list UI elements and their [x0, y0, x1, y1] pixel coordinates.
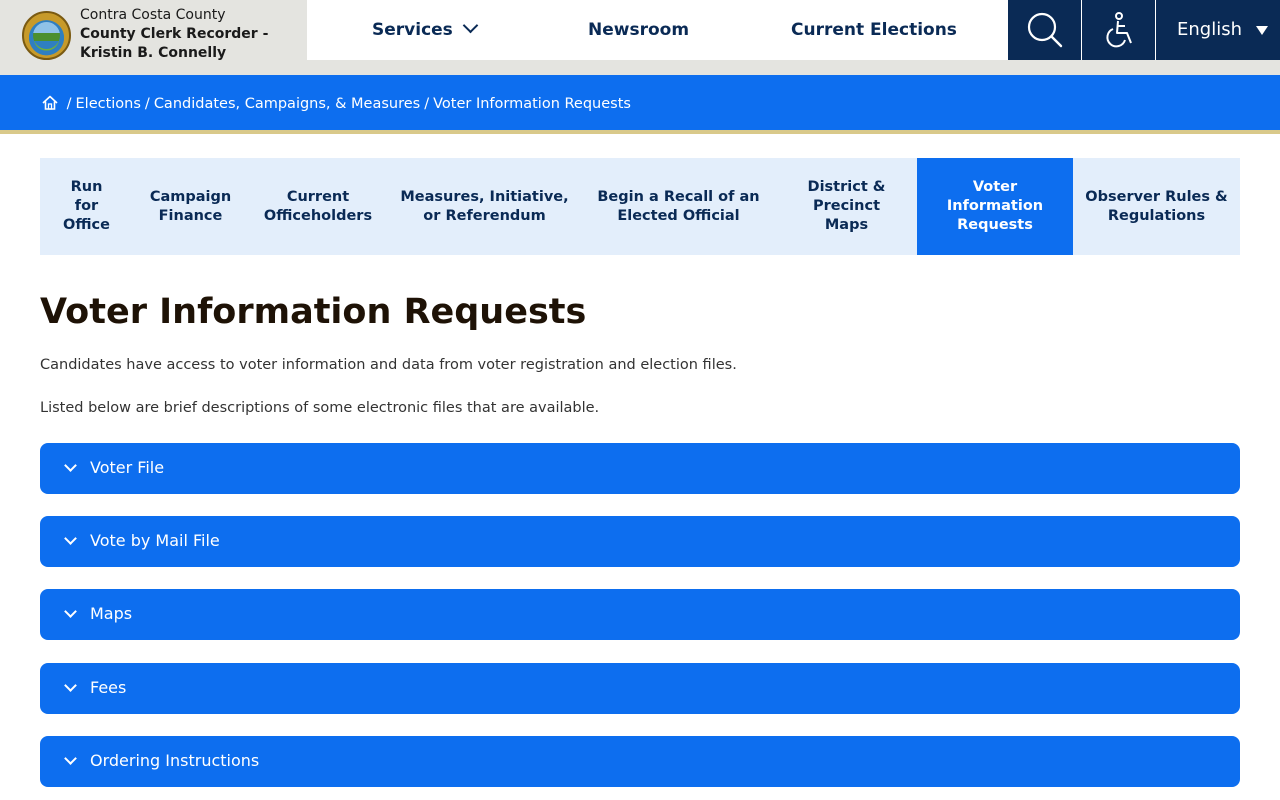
page-title: Voter Information Requests [40, 292, 587, 332]
breadcrumb-current: Voter Information Requests [433, 96, 631, 112]
accordion-fees[interactable]: Fees [40, 663, 1240, 714]
chevron-down-icon [64, 752, 77, 765]
county-seal-logo [22, 11, 71, 60]
breadcrumb-bar: / Elections / Candidates, Campaigns, & Meas… [0, 75, 1280, 134]
accordion-vote-by-mail-file[interactable]: Vote by Mail File [40, 516, 1240, 567]
accessibility-icon [1106, 12, 1132, 48]
breadcrumb-candidates[interactable]: Candidates, Campaigns, & Measures [154, 96, 420, 112]
brand-county: Contra Costa County [80, 7, 226, 23]
tab-label: Observer Rules & Regulations [1085, 188, 1228, 224]
tab-label: Campaign Finance [149, 188, 232, 224]
nav-services[interactable]: Services [372, 0, 479, 60]
chevron-down-icon [64, 532, 77, 545]
site-header: Contra Costa County County Clerk Recorde… [0, 0, 1280, 75]
nav-newsroom[interactable]: Newsroom [588, 0, 689, 60]
tab-run-for-office[interactable]: Run for Office [40, 158, 133, 255]
tab-campaign-finance[interactable]: Campaign Finance [133, 158, 248, 255]
brand-office: County Clerk Recorder - [80, 26, 269, 42]
chevron-down-icon [64, 679, 77, 692]
language-select-value: English [1177, 19, 1242, 40]
header-band [307, 60, 1280, 75]
tab-label: Begin a Recall of an Elected Official [597, 188, 760, 224]
accordion-label: Ordering Instructions [90, 751, 260, 770]
chevron-down-icon [462, 17, 479, 34]
brand-title: Contra Costa County County Clerk Recorde… [80, 6, 268, 63]
breadcrumb: / Elections / Candidates, Campaigns, & Meas… [42, 95, 631, 114]
tab-label: Voter Information Requests [946, 179, 1044, 233]
tab-recall[interactable]: Begin a Recall of an Elected Official [581, 158, 776, 255]
nav-services-label: Services [372, 20, 453, 40]
nav-current-elections[interactable]: Current Elections [791, 0, 957, 60]
accordion-label: Maps [90, 604, 133, 623]
tab-measures[interactable]: Measures, Initiative, or Referendum [388, 158, 581, 255]
breadcrumb-elections[interactable]: Elections [76, 96, 141, 112]
main-nav: Services Newsroom Current Elections [307, 0, 1008, 60]
accordion-ordering-instructions[interactable]: Ordering Instructions [40, 736, 1240, 787]
chevron-down-icon [64, 605, 77, 618]
search-button[interactable] [1008, 0, 1081, 60]
accordion-label: Vote by Mail File [90, 531, 220, 550]
search-icon [1027, 12, 1063, 48]
chevron-down-icon [64, 459, 77, 472]
accordion-voter-file[interactable]: Voter File [40, 443, 1240, 494]
brand-official: Kristin B. Connelly [80, 45, 227, 61]
tab-district-maps[interactable]: District & Precinct Maps [776, 158, 917, 255]
tab-voter-information-requests[interactable]: Voter Information Requests [917, 158, 1073, 255]
tab-label: Measures, Initiative, or Referendum [400, 188, 569, 224]
accordion-label: Voter File [90, 458, 165, 477]
accessibility-button[interactable] [1082, 0, 1155, 60]
brand-block[interactable]: Contra Costa County County Clerk Recorde… [0, 0, 307, 75]
accordion-maps[interactable]: Maps [40, 589, 1240, 640]
tab-observer-rules[interactable]: Observer Rules & Regulations [1073, 158, 1240, 255]
accordion-label: Fees [90, 678, 127, 697]
breadcrumb-separator: / [144, 96, 150, 112]
tab-current-officeholders[interactable]: Current Officeholders [248, 158, 388, 255]
tab-label: District & Precinct Maps [807, 179, 886, 233]
caret-down-icon [1256, 26, 1268, 35]
breadcrumb-separator: / [66, 96, 72, 112]
home-icon[interactable] [42, 95, 58, 114]
section-tabs: Run for Office Campaign Finance Current … [40, 158, 1240, 255]
intro-paragraph: Listed below are brief descriptions of s… [40, 400, 600, 416]
language-select[interactable]: English [1156, 0, 1280, 60]
intro-paragraph: Candidates have access to voter informat… [40, 357, 737, 373]
tab-label: Current Officeholders [263, 188, 373, 224]
breadcrumb-separator: / [424, 96, 430, 112]
tab-label: Run for Office [63, 179, 110, 233]
